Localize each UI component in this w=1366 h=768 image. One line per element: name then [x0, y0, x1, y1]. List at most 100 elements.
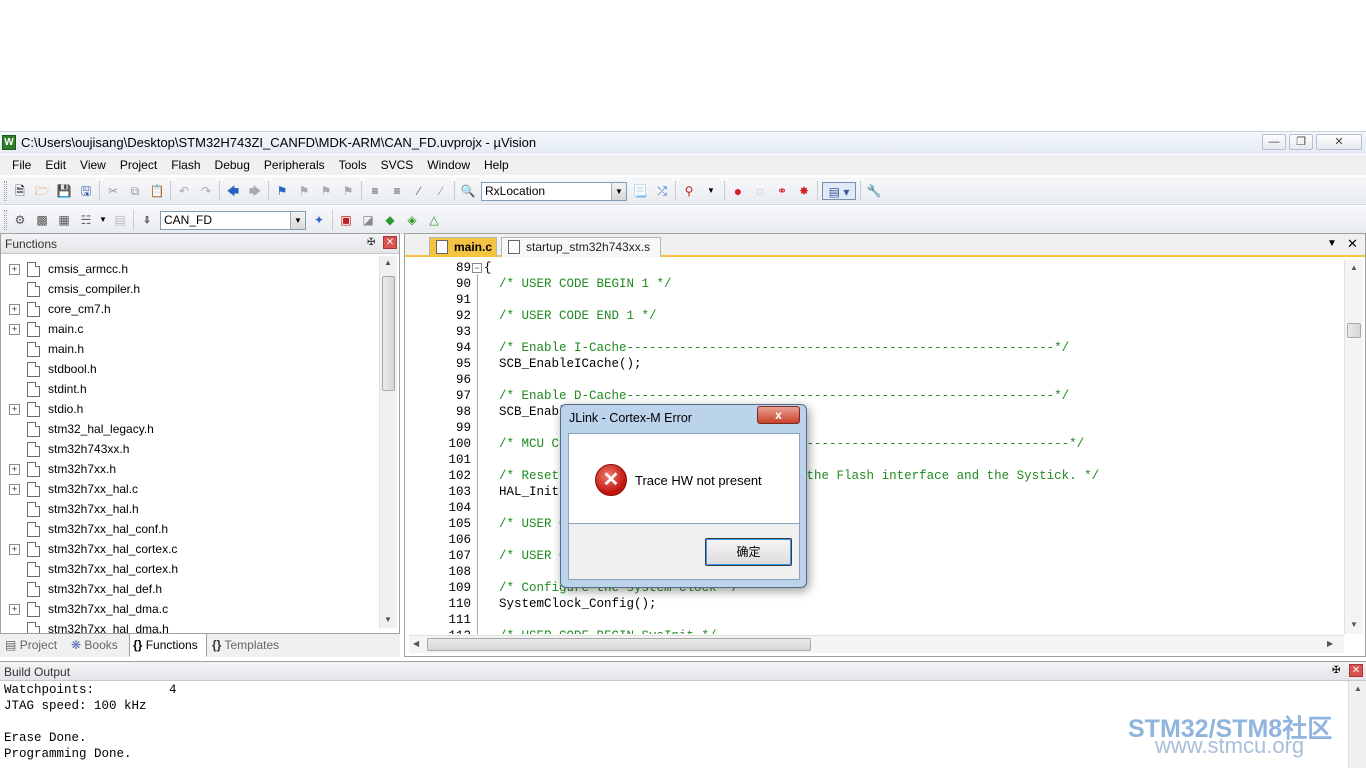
stop-build-icon[interactable]: ▤	[111, 211, 129, 229]
tab-project[interactable]: ▤ Project	[2, 634, 64, 657]
close-icon[interactable]: ✕	[1349, 664, 1363, 677]
kill-all-breakpoints-icon[interactable]: ✸	[795, 182, 813, 200]
scroll-up-icon[interactable]: ▲	[1350, 263, 1358, 272]
disable-breakpoint-icon[interactable]: ○	[751, 182, 769, 200]
scroll-up-icon[interactable]: ▲	[384, 258, 392, 267]
scroll-down-icon[interactable]: ▼	[1350, 620, 1358, 629]
scroll-down-icon[interactable]: ▼	[384, 615, 392, 624]
target-combo[interactable]: CAN_FD ▼	[160, 210, 306, 230]
menu-tools[interactable]: Tools	[332, 155, 374, 175]
scroll-right-icon[interactable]: ▶	[1327, 639, 1333, 648]
chevron-down-icon[interactable]: ▼	[99, 211, 107, 229]
expand-plus-icon[interactable]: +	[9, 603, 20, 615]
tree-item[interactable]: stdbool.h	[9, 359, 97, 379]
rebuild-icon[interactable]: ▦	[55, 211, 73, 229]
tree-item[interactable]: + stm32h7xx_hal_dma.c	[9, 599, 168, 619]
undo-icon[interactable]: ↶	[175, 182, 193, 200]
scroll-thumb[interactable]	[427, 638, 811, 651]
menu-project[interactable]: Project	[113, 155, 164, 175]
find-combo[interactable]: RxLocation ▼	[481, 181, 627, 201]
copy-icon[interactable]: ⧉	[126, 182, 144, 200]
next-bookmark-icon[interactable]: ⚑	[317, 182, 335, 200]
paste-icon[interactable]: 📋	[148, 182, 166, 200]
menu-view[interactable]: View	[73, 155, 113, 175]
maximize-button[interactable]: ❐	[1289, 134, 1313, 150]
pack-installer-icon[interactable]: ◈	[403, 211, 421, 229]
scroll-thumb[interactable]	[1347, 323, 1361, 338]
open-folder-icon[interactable]: 🗁	[33, 182, 51, 200]
expand-plus-icon[interactable]: +	[9, 403, 20, 415]
save-all-icon[interactable]: 🖫	[77, 182, 95, 200]
ok-button[interactable]: 确定	[705, 538, 792, 566]
minimize-button[interactable]: —	[1262, 134, 1286, 150]
pin-icon[interactable]: ✠	[367, 237, 375, 248]
indent-icon[interactable]: ≡	[366, 182, 384, 200]
tree-item[interactable]: + cmsis_armcc.h	[9, 259, 128, 279]
new-file-icon[interactable]: 🗎	[11, 182, 29, 200]
expand-plus-icon[interactable]: +	[9, 543, 20, 555]
tree-item[interactable]: + main.c	[9, 319, 83, 339]
chevron-down-icon[interactable]: ▼	[290, 211, 305, 229]
menu-debug[interactable]: Debug	[208, 155, 257, 175]
build-output-scrollbar[interactable]: ▲	[1348, 681, 1366, 768]
tree-item[interactable]: stdint.h	[9, 379, 87, 399]
tree-item[interactable]: + stdio.h	[9, 399, 83, 419]
download-load-icon[interactable]: ⇩	[138, 211, 156, 229]
navigate-back-icon[interactable]: 🡄	[224, 182, 242, 200]
scroll-thumb[interactable]	[382, 276, 395, 391]
tree-item[interactable]: stm32h743xx.h	[9, 439, 129, 459]
tree-item[interactable]: stm32h7xx_hal_cortex.h	[9, 559, 178, 579]
functions-scrollbar[interactable]: ▲ ▼	[379, 256, 397, 628]
close-tab-icon[interactable]: ✕	[1347, 236, 1358, 252]
disable-all-breakpoints-icon[interactable]: ⚭	[773, 182, 791, 200]
chevron-down-icon[interactable]: ▼	[611, 182, 626, 200]
tree-item[interactable]: cmsis_compiler.h	[9, 279, 140, 299]
scroll-up-icon[interactable]: ▲	[1354, 684, 1362, 693]
tree-item[interactable]: + core_cm7.h	[9, 299, 111, 319]
window-layout-icon[interactable]: ▤ ▾	[822, 182, 856, 200]
pin-icon[interactable]: ✠	[1332, 665, 1340, 676]
scroll-left-icon[interactable]: ◀	[413, 639, 419, 648]
tree-item[interactable]: + stm32h7xx_hal_cortex.c	[9, 539, 177, 559]
menu-svcs[interactable]: SVCS	[374, 155, 421, 175]
expand-plus-icon[interactable]: +	[9, 463, 20, 475]
configure-tools-icon[interactable]: 🔧	[865, 182, 883, 200]
tree-item[interactable]: stm32h7xx_hal_def.h	[9, 579, 162, 599]
editor-hscrollbar[interactable]: ◀ ▶	[409, 635, 1344, 653]
manage-rte-icon[interactable]: ◆	[381, 211, 399, 229]
comment-icon[interactable]: ∕	[410, 182, 428, 200]
select-software-packs-icon[interactable]: △	[425, 211, 443, 229]
prev-bookmark-icon[interactable]: ⚑	[295, 182, 313, 200]
menu-edit[interactable]: Edit	[38, 155, 73, 175]
tree-item[interactable]: stm32h7xx_hal_conf.h	[9, 519, 168, 539]
tab-templates[interactable]: {} Templates	[209, 634, 291, 657]
find-icon[interactable]: 📃	[631, 182, 649, 200]
find-in-files-icon[interactable]: 🔍	[459, 182, 477, 200]
target-options-icon[interactable]: ✦	[310, 211, 328, 229]
expand-plus-icon[interactable]: +	[9, 323, 20, 335]
incremental-find-icon[interactable]: ⤮	[653, 182, 671, 200]
breakpoint-icon[interactable]: ●	[729, 182, 747, 200]
manage-project-items-icon[interactable]: ▣	[337, 211, 355, 229]
tree-item[interactable]: main.h	[9, 339, 84, 359]
code-editor[interactable]: 89 90 91 92 93 94 95 96 97 98 99 100 101 102 103 104 105…	[409, 260, 1341, 634]
translate-icon[interactable]: ⚙	[11, 211, 29, 229]
tab-main-c[interactable]: main.c	[429, 237, 497, 257]
tree-item[interactable]: stm32h7xx_hal.h	[9, 499, 139, 519]
close-icon[interactable]: ✕	[383, 236, 397, 249]
batch-build-icon[interactable]: ☵	[77, 211, 95, 229]
close-window-button[interactable]: ✕	[1316, 134, 1362, 150]
dialog-close-button[interactable]: x	[757, 406, 800, 424]
tab-list-dropdown-icon[interactable]: ▼	[1327, 238, 1337, 249]
select-packs-icon[interactable]: ◪	[359, 211, 377, 229]
menu-help[interactable]: Help	[477, 155, 516, 175]
chevron-down-icon[interactable]: ▼	[702, 182, 720, 200]
expand-plus-icon[interactable]: +	[9, 263, 20, 275]
fold-collapse-icon[interactable]: −	[472, 263, 482, 273]
clear-bookmarks-icon[interactable]: ⚑	[339, 182, 357, 200]
navigate-forward-icon[interactable]: 🡆	[246, 182, 264, 200]
cut-icon[interactable]: ✂	[104, 182, 122, 200]
bookmark-icon[interactable]: ⚑	[273, 182, 291, 200]
redo-icon[interactable]: ↷	[197, 182, 215, 200]
expand-plus-icon[interactable]: +	[9, 483, 20, 495]
